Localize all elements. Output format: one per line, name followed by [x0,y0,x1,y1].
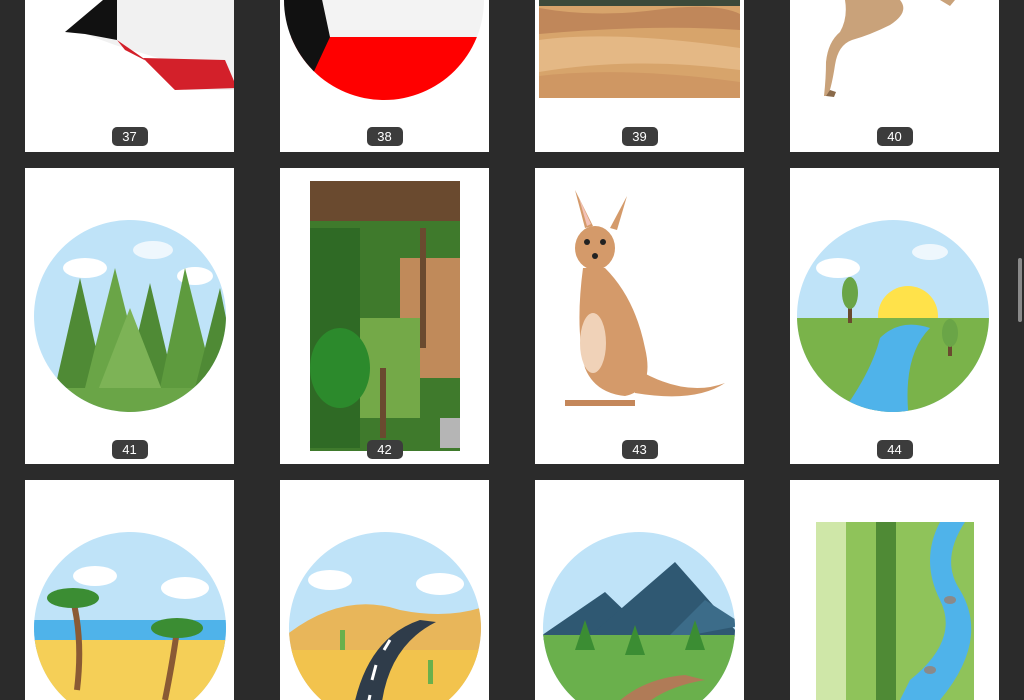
thumbnail-grid: 37 38 39 40 41 42 43 44 [0,0,1024,700]
river-aerial-illustration [816,522,974,700]
page-number-badge: 39 [621,127,658,146]
page-thumbnail-42[interactable]: 42 [280,168,489,464]
page-thumbnail-46[interactable] [280,480,489,700]
page-thumbnail-38[interactable]: 38 [280,0,489,152]
page-number-badge: 37 [111,127,148,146]
page-number-badge: 44 [876,440,913,459]
page-number-badge: 43 [621,440,658,459]
page-thumbnail-40[interactable]: 40 [790,0,999,152]
kangaroo-illustration [565,190,725,406]
page-thumbnail-44[interactable]: 44 [790,168,999,464]
jungle-scene-illustration [310,181,460,451]
page-thumbnail-41[interactable]: 41 [25,168,234,464]
beach-palm-circle-illustration [34,532,226,700]
forest-circle-illustration [34,220,226,412]
page-number-badge: 40 [876,127,913,146]
page-number-badge: 38 [366,127,403,146]
page-thumbnail-48[interactable] [790,480,999,700]
page-thumbnail-43[interactable]: 43 [535,168,744,464]
page-thumbnail-45[interactable] [25,480,234,700]
page-number-badge: 42 [366,440,403,459]
scrollbar-thumb[interactable] [1018,258,1022,322]
page-thumbnail-37[interactable]: 37 [25,0,234,152]
page-number-badge: 41 [111,440,148,459]
mountains-circle-illustration [543,532,735,700]
desert-road-circle-illustration [289,532,481,700]
page-thumbnail-39[interactable]: 39 [535,0,744,152]
vertical-scrollbar[interactable] [1016,0,1024,700]
river-sunset-circle-illustration [797,220,989,412]
page-thumbnail-47[interactable] [535,480,744,700]
